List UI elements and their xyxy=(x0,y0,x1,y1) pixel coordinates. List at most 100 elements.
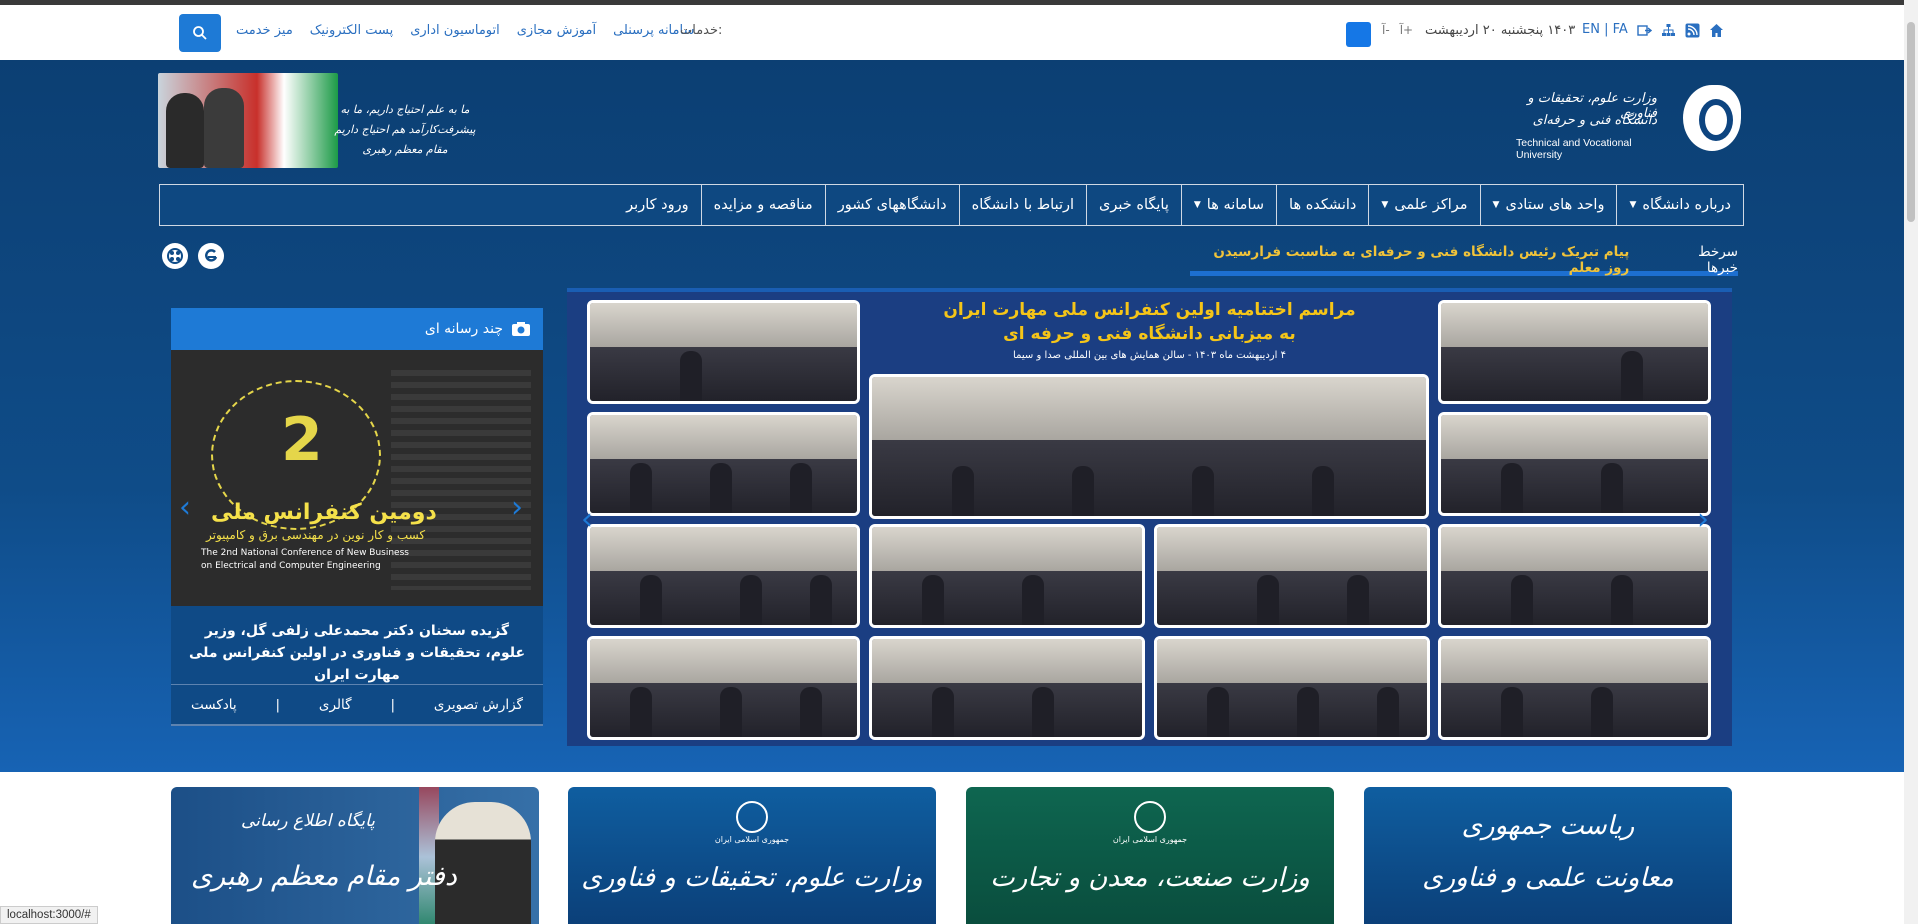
font-decrease-button[interactable]: آ- xyxy=(1382,23,1390,37)
caret-down-icon: ▼ xyxy=(1629,200,1637,210)
font-increase-button[interactable]: آ+ xyxy=(1400,23,1413,37)
media-next-button[interactable]: › xyxy=(511,490,523,525)
service-link-automation[interactable]: اتوماسیون اداری xyxy=(410,23,500,38)
nav-label: پایگاه خبری xyxy=(1099,197,1169,213)
language-switch[interactable]: EN | FA xyxy=(1582,22,1628,37)
nav-news[interactable]: پایگاه خبری xyxy=(1086,185,1181,225)
login-icon[interactable] xyxy=(1636,22,1653,39)
media-prev-button[interactable]: ‹ xyxy=(179,490,191,525)
quote-text: ما به علم احتیاج داریم، ما به پیشرفت‌کار… xyxy=(334,103,476,136)
multimedia-tabs: گزارش تصویری | گالری | پادکست xyxy=(171,684,543,726)
nav-label: مراکز علمی xyxy=(1394,197,1468,213)
nav-faculties[interactable]: دانشکده ها xyxy=(1276,185,1368,225)
service-link-email[interactable]: پست الکترونیک xyxy=(310,23,393,38)
multimedia-header: چند رسانه ای xyxy=(171,308,543,350)
banner-emblem-caption: جمهوری اسلامی ایران xyxy=(714,835,790,844)
page-scrollbar[interactable] xyxy=(1904,0,1918,924)
banner-leader-line2: دفتر مقام معظم رهبری xyxy=(191,861,457,892)
slider-prev-button[interactable]: ‹ xyxy=(581,502,593,537)
aparat-icon[interactable] xyxy=(162,243,188,269)
nav-units[interactable]: واحد های ستادی ▼ xyxy=(1479,185,1617,225)
banner-ministry-science[interactable]: جمهوری اسلامی ایران وزارت علوم، تحقیقات … xyxy=(568,787,936,924)
nav-label: دانشکده ها xyxy=(1289,197,1357,213)
banner-presidency-line2: معاونت علمی و فناوری xyxy=(1422,863,1674,893)
nav-label: دانشگاههای کشور xyxy=(837,197,947,213)
font-size-controls: آ- آ+ xyxy=(1382,23,1413,37)
banner-presidency-science[interactable]: ریاست جمهوری معاونت علمی و فناوری xyxy=(1364,787,1732,924)
social-icons xyxy=(162,243,224,269)
iran-emblem-icon xyxy=(1134,801,1166,833)
services-label: خدمات: xyxy=(680,23,723,38)
slide-title-line1: مراسم اختتامیه اولین کنفرانس ملی مهارت ا… xyxy=(943,300,1356,320)
home-icon[interactable] xyxy=(1708,22,1725,39)
multimedia-caption[interactable]: گزیده سخنان دکتر محمدعلی زلفی گل، وزیر ع… xyxy=(183,620,531,686)
eitaa-icon[interactable] xyxy=(198,243,224,269)
search-icon xyxy=(193,26,207,40)
tab-photo-report[interactable]: گزارش تصویری xyxy=(434,697,523,713)
leader-quote: ما به علم احتیاج داریم، ما به پیشرفت‌کار… xyxy=(320,100,490,160)
poster-title: دومین کنفرانس ملی xyxy=(211,500,437,525)
slide-photo xyxy=(1438,636,1711,740)
multimedia-title: چند رسانه ای xyxy=(424,321,503,337)
ticker-headline[interactable]: پیام تبریک رئیس دانشگاه فنی و حرفه‌ای به… xyxy=(1190,238,1629,276)
banner-emblem-caption: جمهوری اسلامی ایران xyxy=(1112,835,1188,844)
banner-ministry-industry-title: وزارت صنعت، معدن و تجارت xyxy=(990,863,1310,893)
search-button[interactable] xyxy=(179,14,221,52)
rss-icon[interactable] xyxy=(1684,22,1701,39)
services-links: میز خدمت پست الکترونیک اتوماسیون اداری آ… xyxy=(236,23,694,38)
slide-photo-main xyxy=(869,374,1429,519)
tab-podcast[interactable]: پادکست xyxy=(191,697,237,713)
tab-gallery[interactable]: گالری xyxy=(319,697,352,713)
caret-down-icon: ▼ xyxy=(1381,200,1389,210)
nav-label: واحد های ستادی xyxy=(1505,197,1605,213)
site-header: ما به علم احتیاج داریم، ما به پیشرفت‌کار… xyxy=(0,60,1904,772)
slide-headline: مراسم اختتامیه اولین کنفرانس ملی مهارت ا… xyxy=(867,300,1432,372)
banner-ministry-science-title: وزارت علوم، تحقیقات و فناوری xyxy=(581,863,923,893)
theme-toggle-button[interactable] xyxy=(1346,22,1371,47)
news-slider[interactable]: مراسم اختتامیه اولین کنفرانس ملی مهارت ا… xyxy=(567,288,1732,746)
banner-presidency-line1: ریاست جمهوری xyxy=(1461,811,1635,841)
sitemap-icon[interactable] xyxy=(1660,22,1677,39)
service-link-desk[interactable]: میز خدمت xyxy=(236,23,293,38)
quote-author: مقام معظم رهبری xyxy=(362,143,448,156)
nav-centers[interactable]: مراکز علمی ▼ xyxy=(1368,185,1479,225)
tab-separator: | xyxy=(275,696,281,713)
nav-universities[interactable]: دانشگاههای کشور xyxy=(824,185,959,225)
banner-leader-line1: پایگاه اطلاع رسانی xyxy=(241,811,375,831)
nav-contact[interactable]: ارتباط با دانشگاه xyxy=(958,185,1086,225)
utility-icons xyxy=(1636,22,1725,39)
nav-label: سامانه ها xyxy=(1206,197,1265,213)
slider-next-button[interactable]: › xyxy=(1697,502,1709,537)
nav-tenders[interactable]: مناقصه و مزایده xyxy=(700,185,825,225)
nav-login[interactable]: ورود کاربر xyxy=(614,185,700,225)
banner-leader-office[interactable]: پایگاه اطلاع رسانی دفتر مقام معظم رهبری xyxy=(171,787,539,924)
poster-english-2: on Electrical and Computer Engineering xyxy=(201,561,381,571)
nav-label: ارتباط با دانشگاه xyxy=(971,197,1075,213)
multimedia-image[interactable]: 2 دومین کنفرانس ملی کسب و کار نوین در مه… xyxy=(171,350,543,606)
news-ticker: سرخط خبرها پیام تبریک رئیس دانشگاه فنی و… xyxy=(1190,238,1738,276)
banner-ministry-industry[interactable]: جمهوری اسلامی ایران وزارت صنعت، معدن و ت… xyxy=(966,787,1334,924)
scrollbar-thumb[interactable] xyxy=(1907,22,1915,222)
logo-university-fa: دانشگاه فنی و حرفه‌ای xyxy=(1532,113,1657,128)
poster-number: 2 xyxy=(281,405,323,475)
camera-icon xyxy=(512,322,530,336)
slide-photo xyxy=(1154,524,1430,628)
nav-label: درباره دانشگاه xyxy=(1642,197,1731,213)
service-link-elearning[interactable]: آموزش مجازی xyxy=(517,23,596,38)
poster-subtitle: کسب و کار نوین در مهندسی برق و کامپیوتر xyxy=(206,528,426,542)
slide-photo xyxy=(869,636,1145,740)
slide-photo xyxy=(1154,636,1430,740)
poster-text-block xyxy=(391,370,531,590)
nav-systems[interactable]: سامانه ها ▼ xyxy=(1180,185,1276,225)
leader-flag-image xyxy=(158,73,338,168)
multimedia-panel: چند رسانه ای 2 دومین کنفرانس ملی کسب و ک… xyxy=(171,308,543,726)
slide-photo xyxy=(587,636,860,740)
caret-down-icon: ▼ xyxy=(1492,200,1500,210)
nav-about[interactable]: درباره دانشگاه ▼ xyxy=(1616,185,1743,225)
logo-mark-icon xyxy=(1683,85,1741,151)
university-logo[interactable]: وزارت علوم، تحقیقات و فناوری دانشگاه فنی… xyxy=(1516,85,1741,161)
main-navigation: درباره دانشگاه ▼ واحد های ستادی ▼ مراکز عل… xyxy=(159,184,1744,226)
nav-label: مناقصه و مزایده xyxy=(713,197,813,213)
iran-emblem-icon xyxy=(736,801,768,833)
slide-photo xyxy=(587,300,860,404)
